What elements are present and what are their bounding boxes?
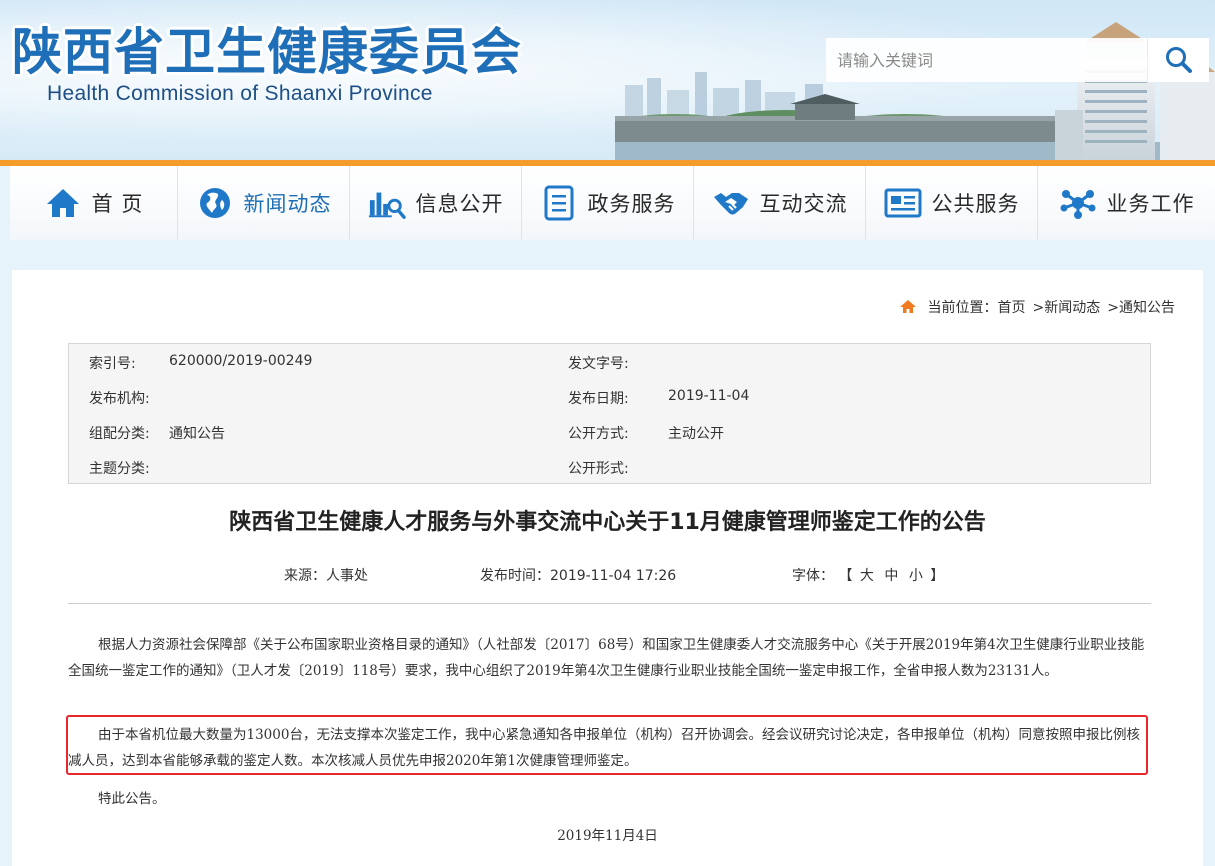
nav-item-public-services[interactable]: 公共服务 <box>866 166 1038 240</box>
home-icon <box>44 185 82 221</box>
main-nav: 首 页 新闻动态 信息公开 政务服务 互动交流 公共服务 业务工作 <box>0 160 1215 240</box>
metadata-row: 索引号: 620000/2019-00249 发文字号: <box>69 344 1150 379</box>
nav-item-interaction[interactable]: 互动交流 <box>694 166 866 240</box>
nav-item-home[interactable]: 首 页 <box>0 166 178 240</box>
breadcrumb-link-home[interactable]: 首页 <box>998 297 1026 317</box>
search-button[interactable] <box>1148 38 1209 82</box>
metadata-value: 通知公告 <box>169 426 225 442</box>
nav-label: 新闻动态 <box>243 192 332 216</box>
breadcrumb-link-news[interactable]: >新闻动态 <box>1033 297 1101 317</box>
font-size-small-button[interactable]: 小 <box>906 568 926 584</box>
nav-label: 互动交流 <box>759 192 848 216</box>
metadata-label: 发布机构: <box>89 391 150 407</box>
metadata-label: 组配分类: <box>89 426 150 442</box>
article-publish-time: 发布时间：2019-11-04 17:26 <box>480 568 677 584</box>
network-icon <box>1059 185 1097 221</box>
breadcrumb-prefix: 当前位置： <box>927 300 998 316</box>
nav-item-business-work[interactable]: 业务工作 <box>1038 166 1215 240</box>
nav-item-info-disclosure[interactable]: 信息公开 <box>350 166 522 240</box>
font-size-bracket-open: 【 <box>838 568 853 584</box>
nav-label: 业务工作 <box>1106 192 1195 216</box>
article-paragraph-highlighted: 由于本省机位最大数量为13000台，无法支撑本次鉴定工作，我中心紧急通知各申报单… <box>68 727 1140 769</box>
nav-label: 政务服务 <box>587 192 676 216</box>
metadata-value: 620000/2019-00249 <box>169 353 313 369</box>
nav-item-gov-services[interactable]: 政务服务 <box>522 166 694 240</box>
search-input[interactable] <box>826 38 1147 82</box>
font-size-large-button[interactable]: 大 <box>857 568 877 584</box>
article-paragraph: 根据人力资源社会保障部《关于公布国家职业资格目录的通知》（人社部发〔2017〕6… <box>68 637 1145 679</box>
content-panel: 当前位置： 首页 >新闻动态 >通知公告 索引号: 620000/2019-00… <box>12 270 1203 866</box>
globe-icon <box>196 185 234 221</box>
font-size-bracket-close: 】 <box>930 568 945 584</box>
nav-label: 首 页 <box>91 192 144 216</box>
site-title[interactable]: 陕西省卫生健康委员会 <box>12 12 522 84</box>
breadcrumb-home-icon <box>899 300 916 313</box>
metadata-label: 主题分类: <box>89 461 150 477</box>
metadata-label: 公开方式: <box>568 426 629 442</box>
article-source: 来源：人事处 <box>284 568 368 584</box>
nav-label: 公共服务 <box>931 192 1020 216</box>
article-closing: 特此公告。 <box>98 791 166 807</box>
metadata-label: 发布日期: <box>568 391 629 407</box>
metadata-row: 组配分类: 通知公告 公开方式: 主动公开 <box>69 414 1150 449</box>
breadcrumb: 当前位置： 首页 >新闻动态 >通知公告 <box>899 297 1175 317</box>
news-card-icon <box>884 185 922 221</box>
nav-label: 信息公开 <box>415 192 504 216</box>
site-subtitle: Health Commission of Shaanxi Province <box>47 82 433 105</box>
metadata-label: 发文字号: <box>568 356 629 372</box>
header-banner: 陕西省卫生健康委员会 Health Commission of Shaanxi … <box>0 0 1215 160</box>
metadata-row: 主题分类: 公开形式: <box>69 449 1150 484</box>
metadata-label: 索引号: <box>89 356 136 372</box>
search-icon <box>1165 47 1192 73</box>
font-size-label: 字体： <box>792 568 834 584</box>
article-title: 陕西省卫生健康人才服务与外事交流中心关于11月健康管理师鉴定工作的公告 <box>229 510 986 535</box>
breadcrumb-link-notices[interactable]: >通知公告 <box>1107 297 1175 317</box>
article-date: 2019年11月4日 <box>557 828 658 844</box>
metadata-value: 主动公开 <box>668 426 724 442</box>
font-size-control: 字体： 【 大 中 小 】 <box>792 565 944 585</box>
nav-item-news[interactable]: 新闻动态 <box>178 166 350 240</box>
handshake-icon <box>712 185 750 221</box>
metadata-value: 2019-11-04 <box>668 388 750 404</box>
metadata-label: 公开形式: <box>568 461 629 477</box>
divider <box>68 603 1151 604</box>
document-list-icon <box>540 185 578 221</box>
chart-search-icon <box>368 185 406 221</box>
metadata-row: 发布机构: 发布日期: 2019-11-04 <box>69 379 1150 414</box>
font-size-medium-button[interactable]: 中 <box>881 568 901 584</box>
document-metadata-table: 索引号: 620000/2019-00249 发文字号: 发布机构: 发布日期:… <box>68 343 1151 484</box>
